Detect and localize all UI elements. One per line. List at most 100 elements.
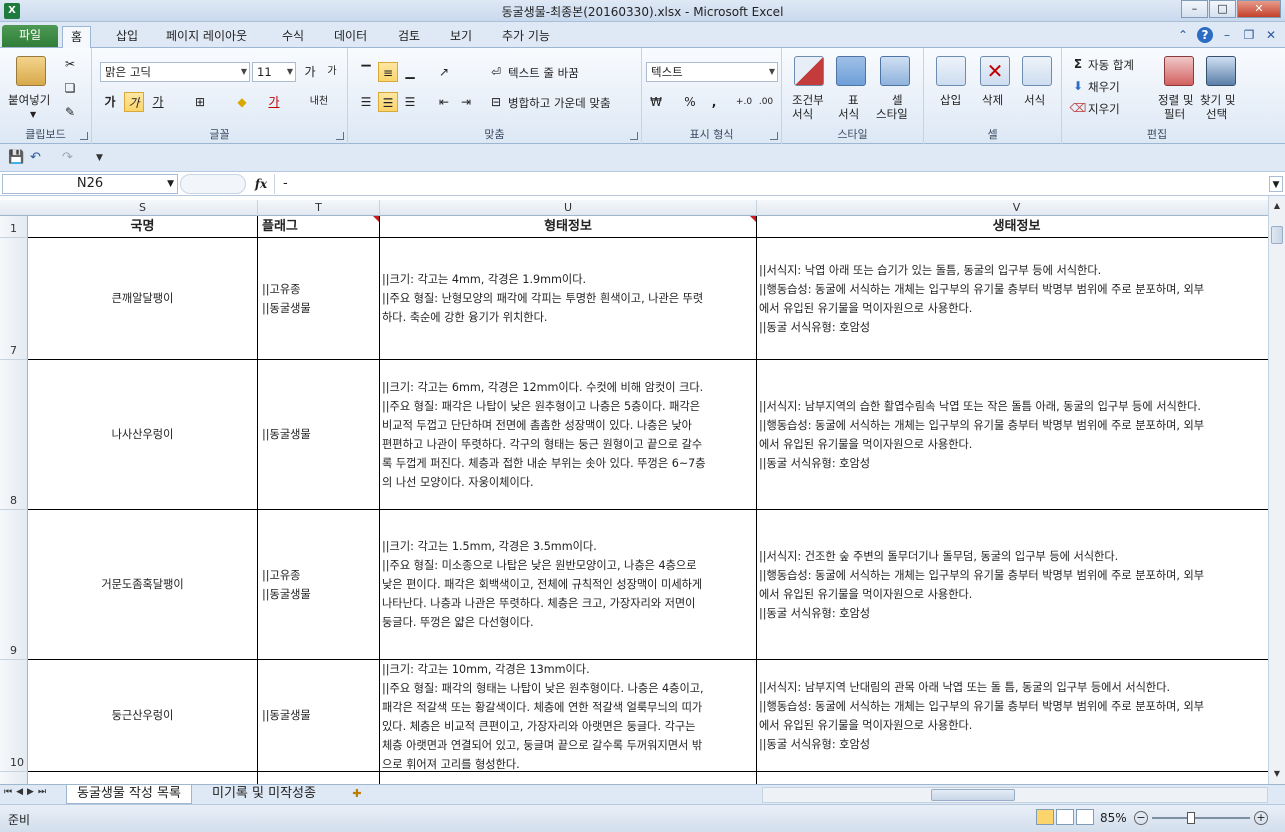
decrease-decimal-icon[interactable]: .00 <box>756 92 776 112</box>
insert-sheet-icon[interactable]: ✚ <box>346 785 368 804</box>
zoom-out-icon[interactable]: − <box>1134 811 1148 825</box>
row-header[interactable]: 10 <box>0 660 28 772</box>
page-break-view-icon[interactable] <box>1076 809 1094 825</box>
align-top-icon[interactable]: ▔ <box>356 62 376 82</box>
header-cell-flag[interactable]: 플래그 <box>258 216 380 238</box>
paste-button[interactable]: 붙여넣기 <box>8 92 50 108</box>
shrink-font-icon[interactable]: 가 <box>322 62 342 82</box>
expand-formula-bar-icon[interactable]: ▼ <box>1269 176 1283 192</box>
formula-input[interactable]: - <box>274 174 1267 194</box>
align-middle-icon[interactable]: ≡ <box>378 62 398 82</box>
paste-icon[interactable] <box>16 56 46 86</box>
workbook-restore-icon[interactable]: ❐ <box>1241 27 1257 43</box>
redo-icon[interactable]: ↷ <box>62 150 73 165</box>
autosum-icon[interactable]: Σ <box>1068 54 1088 74</box>
merge-icon[interactable]: ⊟ <box>486 92 506 112</box>
cell-morph[interactable]: ||크기: 각고는 6mm, 각경은 12mm이다. 수컷에 비해 암컷이 크다… <box>380 360 757 510</box>
tab-data[interactable]: 데이터 <box>326 26 375 48</box>
align-center-icon[interactable]: ☰ <box>378 92 398 112</box>
cell-name[interactable]: 큰깨알달팽이 <box>28 238 258 360</box>
percent-button[interactable]: % <box>680 92 700 112</box>
row-header[interactable]: 1 <box>0 216 28 238</box>
align-left-icon[interactable]: ☰ <box>356 92 376 112</box>
font-color-button[interactable]: 가 <box>264 92 284 112</box>
copy-icon[interactable]: ❏ <box>60 78 80 98</box>
prev-sheet-icon[interactable]: ◀ <box>16 787 23 797</box>
bold-button[interactable]: 가 <box>100 92 120 112</box>
next-sheet-icon[interactable]: ▶ <box>27 787 34 797</box>
help-icon[interactable]: ? <box>1197 27 1213 43</box>
grow-font-icon[interactable]: 가 <box>300 62 320 82</box>
italic-button[interactable]: 가 <box>124 92 144 112</box>
sheet-tab-list[interactable]: 동굴생물 작성 목록 <box>66 785 192 804</box>
increase-decimal-icon[interactable]: +.0 <box>734 92 754 112</box>
clear-button[interactable]: 지우기 <box>1088 101 1120 117</box>
accounting-icon[interactable]: ₩ <box>646 92 666 112</box>
cell-eco[interactable]: ||서식지: 건조한 숲 주변의 돌무더기나 돌무덤, 동굴의 입구부 등에 서… <box>757 510 1268 660</box>
wrap-text-icon[interactable]: ⏎ <box>486 62 506 82</box>
insert-cells-button[interactable]: 삽입 <box>940 92 961 108</box>
number-launcher-icon[interactable] <box>770 132 778 140</box>
cell-eco[interactable] <box>757 772 1268 784</box>
horizontal-scroll-thumb[interactable] <box>931 789 1015 801</box>
cell-morph[interactable]: ||크기: 각고는 4mm, 각경은 1.9mm이다. ||주요 형질: 난형모양… <box>380 238 757 360</box>
row-header[interactable]: 7 <box>0 238 28 360</box>
sheet-tab-unrecorded[interactable]: 미기록 및 미작성종 <box>202 785 326 804</box>
cell-eco[interactable]: ||서식지: 남부지역의 습한 활엽수림속 낙엽 또는 작은 돌틈 아래, 동굴… <box>757 360 1268 510</box>
zoom-slider[interactable] <box>1152 817 1250 819</box>
cut-icon[interactable]: ✂ <box>60 54 80 74</box>
cell-morph[interactable]: ||크기: 각고는 10mm, 각경은 13mm이다. ||주요 형질: 패각의 … <box>380 660 757 772</box>
delete-cells-button[interactable]: 삭제 <box>982 92 1003 108</box>
font-launcher-icon[interactable] <box>336 132 344 140</box>
cell-name[interactable]: 거문도좀혹달팽이 <box>28 510 258 660</box>
header-cell-eco[interactable]: 생태정보 <box>757 216 1268 238</box>
sort-filter-icon[interactable] <box>1164 56 1194 86</box>
row-header[interactable]: 9 <box>0 510 28 660</box>
tab-page-layout[interactable]: 페이지 레이아웃 <box>158 26 255 48</box>
phonetic-button[interactable]: 내천 <box>304 92 334 112</box>
tab-view[interactable]: 보기 <box>442 26 480 48</box>
undo-icon[interactable]: ↶ <box>30 150 41 165</box>
column-header-v[interactable]: V <box>757 200 1268 216</box>
cell-name[interactable]: 둥근산우렁이 <box>28 660 258 772</box>
workbook-minimize-icon[interactable]: – <box>1219 27 1235 43</box>
workbook-close-icon[interactable]: ✕ <box>1263 27 1279 43</box>
delete-cells-icon[interactable]: ✕ <box>980 56 1010 86</box>
last-sheet-icon[interactable]: ⏭ <box>38 787 46 797</box>
comma-button[interactable]: , <box>704 92 724 112</box>
clear-icon[interactable]: ⌫ <box>1068 98 1088 118</box>
fill-icon[interactable]: ⬇ <box>1068 76 1088 96</box>
row-header[interactable]: 8 <box>0 360 28 510</box>
orientation-icon[interactable]: ↗ <box>434 62 454 82</box>
normal-view-icon[interactable] <box>1036 809 1054 825</box>
format-table-icon[interactable] <box>836 56 866 86</box>
vertical-scroll-thumb[interactable] <box>1271 226 1283 244</box>
cell-eco[interactable]: ||서식지: 낙엽 아래 또는 습기가 있는 돌틈, 동굴의 입구부 등에 서식… <box>757 238 1268 360</box>
header-cell-morph[interactable]: 형태정보 <box>380 216 757 238</box>
tab-addins[interactable]: 추가 기능 <box>494 26 558 48</box>
fill-button[interactable]: 채우기 <box>1088 79 1120 95</box>
column-header-t[interactable]: T <box>258 200 380 216</box>
horizontal-scrollbar[interactable] <box>762 787 1268 803</box>
merge-center-button[interactable]: 병합하고 가운데 맞춤 <box>508 95 611 111</box>
save-icon[interactable]: 💾 <box>8 150 24 165</box>
format-cells-icon[interactable] <box>1022 56 1052 86</box>
insert-cells-icon[interactable] <box>936 56 966 86</box>
minimize-button[interactable]: – <box>1181 0 1208 18</box>
row-header[interactable] <box>0 772 28 784</box>
conditional-format-icon[interactable] <box>794 56 824 86</box>
column-header-u[interactable]: U <box>380 200 757 216</box>
cell-name[interactable]: 나사산우렁이 <box>28 360 258 510</box>
font-size-select[interactable]: 11 ▼ <box>252 62 296 82</box>
align-right-icon[interactable]: ☰ <box>400 92 420 112</box>
column-header-s[interactable]: S <box>28 200 258 216</box>
insert-function-icon[interactable]: fx <box>250 174 272 194</box>
customize-qat-icon[interactable]: ▼ <box>96 153 103 163</box>
tab-file[interactable]: 파일 <box>2 25 58 47</box>
formula-bar-splitter[interactable] <box>180 174 246 194</box>
decrease-indent-icon[interactable]: ⇤ <box>434 92 454 112</box>
header-cell-name[interactable]: 국명 <box>28 216 258 238</box>
tab-formulas[interactable]: 수식 <box>274 26 312 48</box>
autosum-button[interactable]: 자동 합계 <box>1088 57 1134 73</box>
cell-eco[interactable]: ||서식지: 남부지역 난대림의 관목 아래 낙엽 또는 돌 틈, 동굴의 입구… <box>757 660 1268 772</box>
